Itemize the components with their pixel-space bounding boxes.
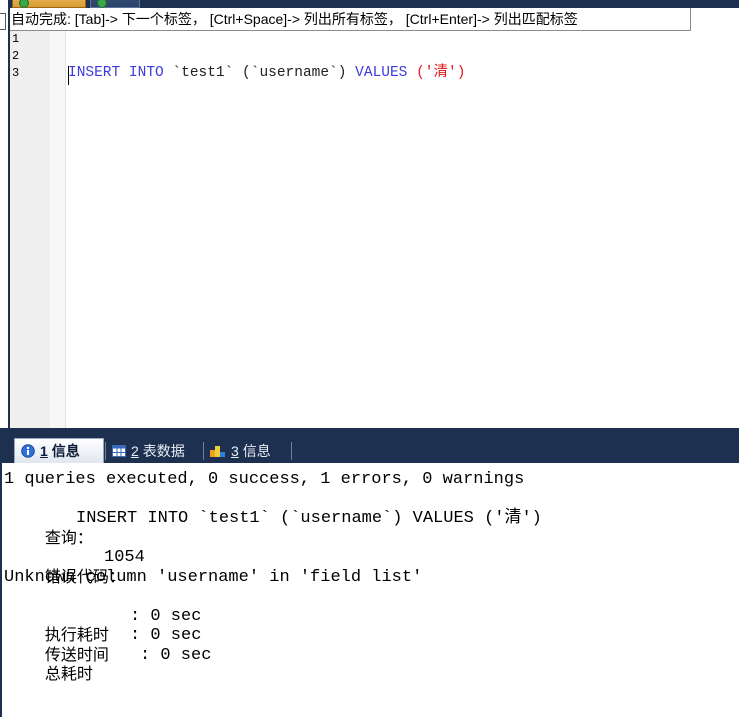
editor-results-splitter[interactable] — [0, 428, 739, 436]
query-sql: INSERT INTO `test1` (`username`) VALUES … — [76, 509, 542, 528]
sql-token: INSERT INTO — [68, 65, 173, 81]
sql-token: (`username`) — [242, 65, 356, 81]
panel-edge-bracket — [0, 13, 6, 30]
table-grid-icon — [112, 444, 126, 457]
query-tab-strip — [10, 0, 739, 8]
query-tab-2[interactable] — [90, 0, 140, 8]
timing-value: : 0 sec — [130, 626, 202, 645]
sql-editor[interactable]: 1 2 3 INSERT INTO `test1` (`username`) V… — [10, 31, 739, 428]
line-number: 2 — [12, 49, 20, 63]
sql-token: VALUES — [355, 65, 417, 81]
timing-value: : 0 sec — [140, 645, 212, 665]
left-panel-edge — [0, 0, 8, 428]
error-code: 1054 — [104, 548, 145, 567]
profiler-icon — [210, 445, 225, 457]
timing-value: : 0 sec — [130, 606, 202, 626]
error-message: Unknown column 'username' in 'field list… — [4, 567, 423, 587]
summary-line: 1 queries executed, 0 success, 1 errors,… — [4, 470, 525, 489]
tab-label: 信息 — [51, 443, 80, 459]
query-line: 查询： INSERT INTO `test1` (`username`) VAL… — [4, 509, 739, 547]
sql-token: `test1` — [172, 65, 243, 81]
result-tab-bar: 1 信息 2 表数据 3 信息 — [0, 436, 739, 463]
fold-margin[interactable] — [50, 31, 66, 428]
error-code-line: 错误代码： 1054 — [4, 548, 739, 586]
line-number: 3 — [12, 66, 20, 80]
tab-label: 表数据 — [142, 442, 185, 459]
tab-messages[interactable]: 1 信息 — [14, 438, 104, 463]
results-messages-panel[interactable]: 1 queries executed, 0 success, 1 errors,… — [0, 463, 739, 717]
tab-table-data[interactable]: 2 表数据 — [106, 438, 202, 463]
tab-number: 2 — [131, 442, 139, 459]
timing-line: 总耗时 : 0 sec — [4, 645, 739, 684]
timing-label: 总耗时 — [44, 666, 93, 683]
sql-token: ('清') — [416, 65, 466, 81]
line-number: 1 — [12, 32, 20, 46]
code-area[interactable]: INSERT INTO `test1` (`username`) VALUES … — [68, 31, 465, 218]
info-icon — [21, 444, 35, 458]
line-numbers: 1 2 3 — [12, 31, 19, 82]
query-tab-icon — [19, 0, 29, 8]
tab-profile-info[interactable]: 3 信息 — [204, 438, 290, 463]
tab-number: 3 — [231, 442, 239, 459]
code-line-1: INSERT INTO `test1` (`username`) VALUES … — [68, 65, 465, 82]
tab-label: 信息 — [242, 442, 271, 459]
text-cursor — [68, 66, 69, 85]
timing-line: 执行耗时 : 0 sec — [4, 606, 739, 645]
autocomplete-hint: 自动完成: [Tab]-> 下一个标签， [Ctrl+Space]-> 列出所有… — [10, 8, 691, 31]
tab-number: 1 — [40, 443, 48, 459]
timing-line: 传送时间 : 0 sec — [4, 626, 739, 664]
query-tab-1[interactable] — [12, 0, 86, 8]
tab-separator — [291, 442, 292, 460]
line-number-gutter — [10, 31, 50, 428]
query-tab-icon — [97, 0, 107, 8]
